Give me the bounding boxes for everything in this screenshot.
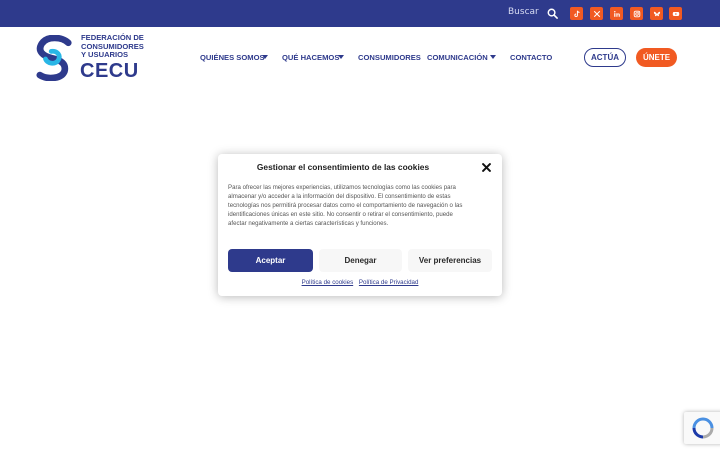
privacy-policy-link[interactable]: Política de Privacidad: [359, 279, 419, 286]
policy-links: Política de cookies Política de Privacid…: [218, 279, 502, 286]
chevron-down-icon[interactable]: [262, 55, 268, 59]
cookie-dialog-body: Para ofrecer las mejores experiencias, u…: [228, 184, 463, 227]
nav-contacto[interactable]: CONTACTO: [510, 53, 552, 62]
cecu-logo-icon[interactable]: [36, 35, 74, 81]
cookie-consent-dialog: Gestionar el consentimiento de las cooki…: [218, 154, 502, 296]
unete-button[interactable]: ÚNETE: [636, 48, 677, 67]
nav-que-hacemos[interactable]: QUÉ HACEMOS: [282, 53, 339, 62]
nav-comunicacion[interactable]: COMUNICACIÓN: [427, 53, 488, 62]
nav-quienes-somos[interactable]: QUIÉNES SOMOS: [200, 53, 265, 62]
logo-line-3: Y USUARIOS: [81, 50, 129, 60]
chevron-down-icon[interactable]: [490, 55, 496, 59]
chevron-down-icon[interactable]: [338, 55, 344, 59]
recaptcha-icon: [692, 417, 714, 439]
close-icon[interactable]: [482, 163, 491, 172]
tiktok-icon[interactable]: [570, 7, 583, 20]
view-preferences-button[interactable]: Ver preferencias: [408, 249, 492, 272]
logo-wordmark[interactable]: FEDERACIÓN DE CONSUMIDORES Y USUARIOS: [81, 33, 144, 60]
search-label[interactable]: Buscar: [508, 7, 539, 17]
cookie-policy-link[interactable]: Política de cookies: [302, 279, 354, 286]
linkedin-icon[interactable]: [610, 7, 623, 20]
nav-consumidores[interactable]: CONSUMIDORES: [358, 53, 421, 62]
bluesky-icon[interactable]: [650, 7, 663, 20]
x-icon[interactable]: [590, 7, 603, 20]
deny-button[interactable]: Denegar: [319, 249, 402, 272]
instagram-icon[interactable]: [630, 7, 643, 20]
accept-button[interactable]: Aceptar: [228, 249, 313, 272]
cookie-dialog-title: Gestionar el consentimiento de las cooki…: [256, 162, 430, 172]
actua-button[interactable]: ACTÚA: [584, 48, 626, 67]
youtube-icon[interactable]: [669, 7, 682, 20]
search-icon[interactable]: [547, 8, 558, 19]
recaptcha-badge[interactable]: [684, 412, 720, 444]
logo-brand[interactable]: CECU: [80, 60, 139, 83]
